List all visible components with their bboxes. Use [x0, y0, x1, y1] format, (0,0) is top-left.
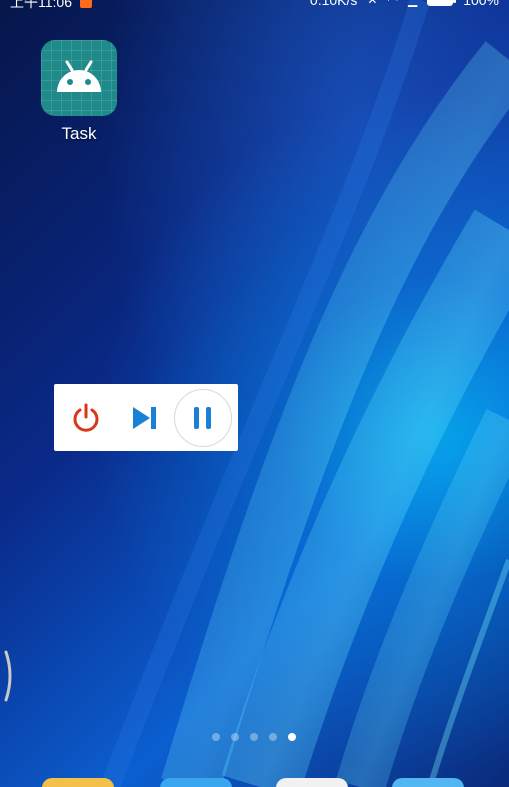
page-dot[interactable] [269, 733, 277, 741]
dock-app-4-icon[interactable] [392, 778, 464, 787]
page-dot[interactable] [212, 733, 220, 741]
clock: 上午11:06 [10, 0, 72, 10]
page-dot[interactable] [231, 733, 239, 741]
notification-icon [80, 0, 92, 8]
page-indicator [212, 733, 296, 741]
dock-app-2-icon[interactable] [160, 778, 232, 787]
pause-icon [194, 407, 211, 429]
power-icon [73, 403, 99, 432]
next-button[interactable] [116, 384, 172, 451]
skip-next-icon [133, 406, 156, 429]
floating-control-panel [54, 384, 238, 451]
network-speed: 0.10K/s [309, 0, 358, 8]
app-task[interactable]: Task [40, 40, 118, 144]
dock-app-1-icon[interactable] [42, 778, 114, 787]
home-screen[interactable]: 上午11:06 0.10K/s ✕ ◠ ▁ 100% Task [0, 0, 509, 787]
page-dot-active[interactable] [288, 733, 296, 741]
app-label: Task [61, 124, 97, 143]
edge-handle[interactable] [2, 650, 14, 702]
power-button[interactable] [58, 384, 114, 451]
pause-button[interactable] [174, 389, 232, 447]
status-left: 上午11:06 [10, 0, 92, 12]
mute-icon: ✕ [367, 0, 378, 7]
status-right: 0.10K/s ✕ ◠ ▁ 100% [310, 0, 499, 8]
status-bar: 上午11:06 0.10K/s ✕ ◠ ▁ 100% [0, 0, 509, 12]
page-dot[interactable] [250, 733, 258, 741]
dock-app-3-icon[interactable] [276, 778, 348, 787]
battery-icon [427, 0, 457, 6]
wifi-icon: ◠ [387, 0, 398, 7]
battery-level: 100% [463, 0, 499, 8]
android-icon [41, 40, 117, 116]
signal-icon: ▁ [407, 0, 418, 7]
